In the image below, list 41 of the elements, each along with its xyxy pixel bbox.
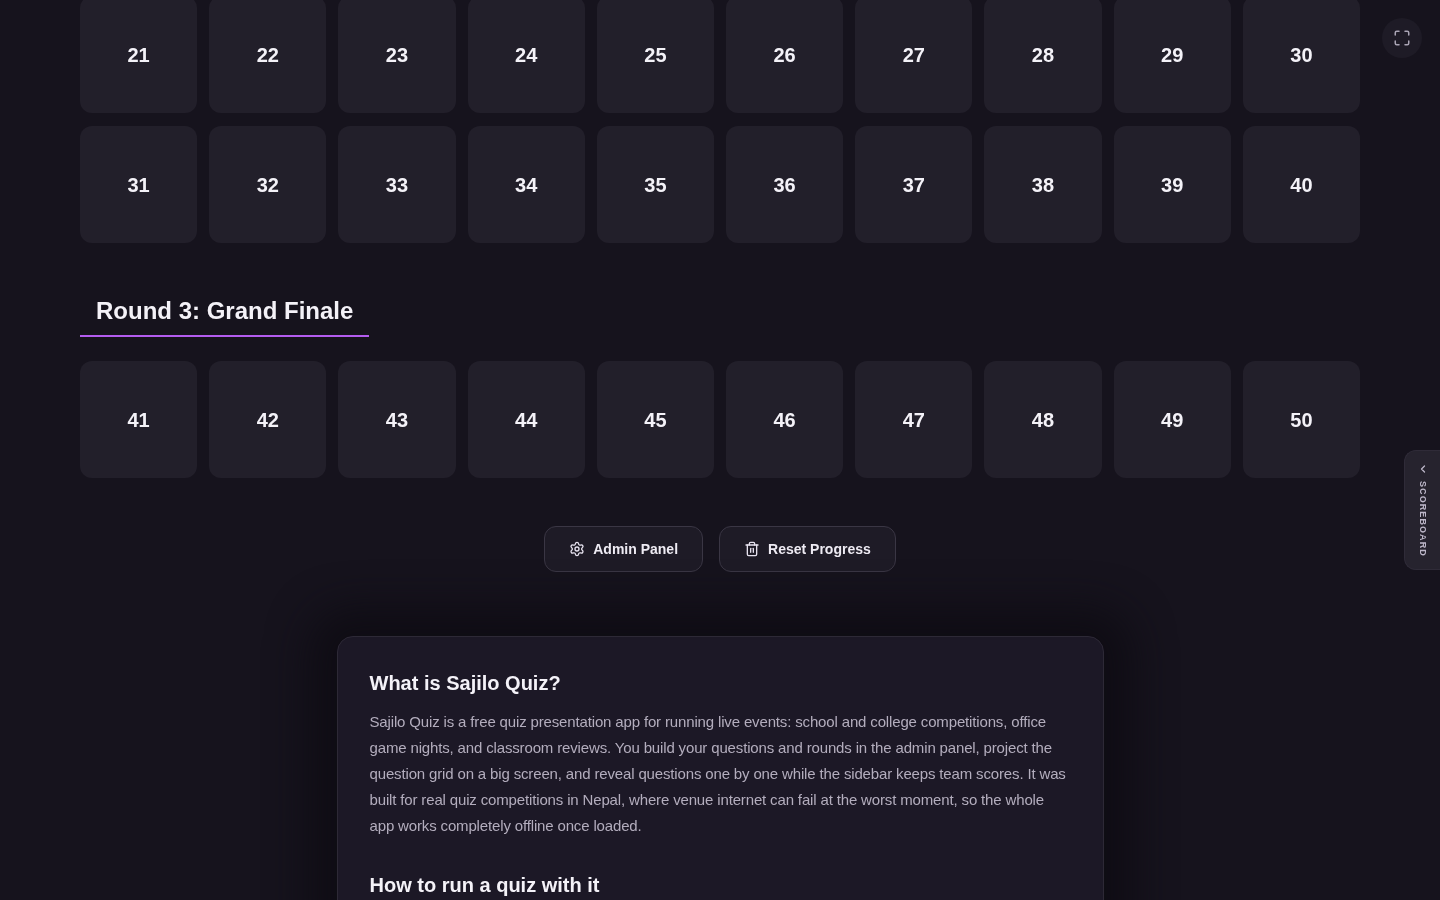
question-tile[interactable]: 30 [1242, 0, 1360, 113]
question-tile[interactable]: 44 [467, 361, 585, 478]
question-tile[interactable]: 41 [80, 361, 198, 478]
question-tile[interactable]: 23 [338, 0, 456, 113]
question-tile[interactable]: 50 [1242, 361, 1360, 478]
round-heading: Round 3: Grand Finale [80, 295, 370, 337]
question-tile[interactable]: 46 [726, 361, 844, 478]
question-tile[interactable]: 49 [1113, 361, 1231, 478]
question-tile[interactable]: 21 [80, 0, 198, 113]
fullscreen-icon [1393, 29, 1411, 47]
question-tile[interactable]: 28 [984, 0, 1102, 113]
scoreboard-tab[interactable]: SCOREBOARD [1404, 450, 1440, 570]
trash-icon [744, 541, 761, 557]
question-tile[interactable]: 36 [726, 126, 844, 243]
reset-button[interactable]: Reset Progress [719, 526, 896, 572]
question-tile[interactable]: 25 [596, 0, 714, 113]
question-tile[interactable]: 48 [984, 361, 1102, 478]
question-tile[interactable]: 39 [1113, 126, 1231, 243]
question-tile[interactable]: 35 [596, 126, 714, 243]
question-tile[interactable]: 40 [1242, 126, 1360, 243]
section-heading: How to run a quiz with it [369, 873, 601, 898]
question-tile[interactable]: 24 [467, 0, 585, 113]
question-tile[interactable]: 26 [726, 0, 844, 113]
question-tile[interactable]: 31 [80, 126, 198, 243]
question-tile[interactable]: 43 [338, 361, 456, 478]
section-heading: What is Sajilo Quiz? [369, 671, 562, 696]
question-tile[interactable]: 38 [984, 126, 1102, 243]
question-tile[interactable]: 22 [209, 0, 327, 113]
gear-icon [569, 541, 586, 557]
description-text: Sajilo Quiz is a free quiz presentation app for running live events: school and college competitions, office game nights, and classroom reviews. You build your questions and rounds in the admin panel, project the question grid on a big screen, and reveal questions one by one while the sidebar keeps team scores. It was built for real quiz competitions in Nepal, where venue internet can fail at the worst moment, so the whole app works completely offline once loaded. [369, 712, 1067, 836]
question-tile[interactable]: 47 [855, 361, 973, 478]
question-tile[interactable]: 34 [467, 126, 585, 243]
question-tile[interactable]: 45 [596, 361, 714, 478]
question-tile[interactable]: 42 [209, 361, 327, 478]
fullscreen-button[interactable] [1382, 18, 1422, 58]
admin-panel-button[interactable]: Admin Panel [544, 526, 704, 572]
question-tile[interactable]: 27 [855, 0, 973, 113]
question-tile[interactable]: 37 [855, 126, 973, 243]
question-tile[interactable]: 32 [209, 126, 327, 243]
question-tile[interactable]: 29 [1113, 0, 1231, 113]
question-tile[interactable]: 33 [338, 126, 456, 243]
